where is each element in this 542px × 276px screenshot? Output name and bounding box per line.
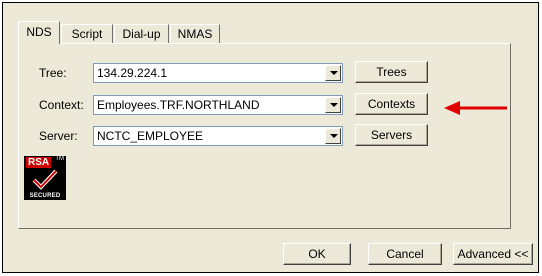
servers-button[interactable]: Servers (355, 124, 428, 146)
tree-value: 134.29.224.1 (97, 66, 168, 80)
context-dropdown-arrow-icon[interactable] (325, 97, 341, 113)
server-dropdown-arrow-icon[interactable] (325, 128, 341, 144)
tab-nmas[interactable]: NMAS (170, 24, 220, 43)
login-dialog: NDS Script Dial-up NMAS Tree: 134.29.224… (2, 2, 539, 273)
server-combobox[interactable]: NCTC_EMPLOYEE (93, 126, 343, 146)
ok-button[interactable]: OK (283, 243, 351, 265)
tab-script[interactable]: Script (61, 24, 113, 43)
contexts-button[interactable]: Contexts (355, 93, 428, 115)
tree-combobox[interactable]: 134.29.224.1 (93, 63, 343, 83)
context-label: Context: (39, 98, 84, 112)
trees-button[interactable]: Trees (355, 61, 428, 83)
red-arrow-icon (444, 101, 507, 115)
server-value: NCTC_EMPLOYEE (97, 129, 204, 143)
tab-nds[interactable]: NDS (18, 21, 60, 44)
rsa-secured-logo: RSA TM SECURED (24, 156, 66, 200)
checkmark-icon (32, 169, 58, 190)
server-label: Server: (39, 129, 78, 143)
tree-label: Tree: (39, 66, 67, 80)
advanced-button[interactable]: Advanced << (453, 243, 533, 265)
rsa-logo-text: RSA (26, 157, 52, 168)
nds-tab-panel: Tree: 134.29.224.1 Trees Context: Employ… (18, 43, 511, 229)
tab-dial-up[interactable]: Dial-up (114, 24, 169, 43)
context-combobox[interactable]: Employees.TRF.NORTHLAND (93, 95, 343, 115)
cancel-button[interactable]: Cancel (368, 243, 442, 265)
context-value: Employees.TRF.NORTHLAND (97, 98, 260, 112)
rsa-logo-subtext: SECURED (29, 193, 61, 199)
tree-dropdown-arrow-icon[interactable] (325, 65, 341, 81)
rsa-trademark: TM (55, 156, 64, 162)
